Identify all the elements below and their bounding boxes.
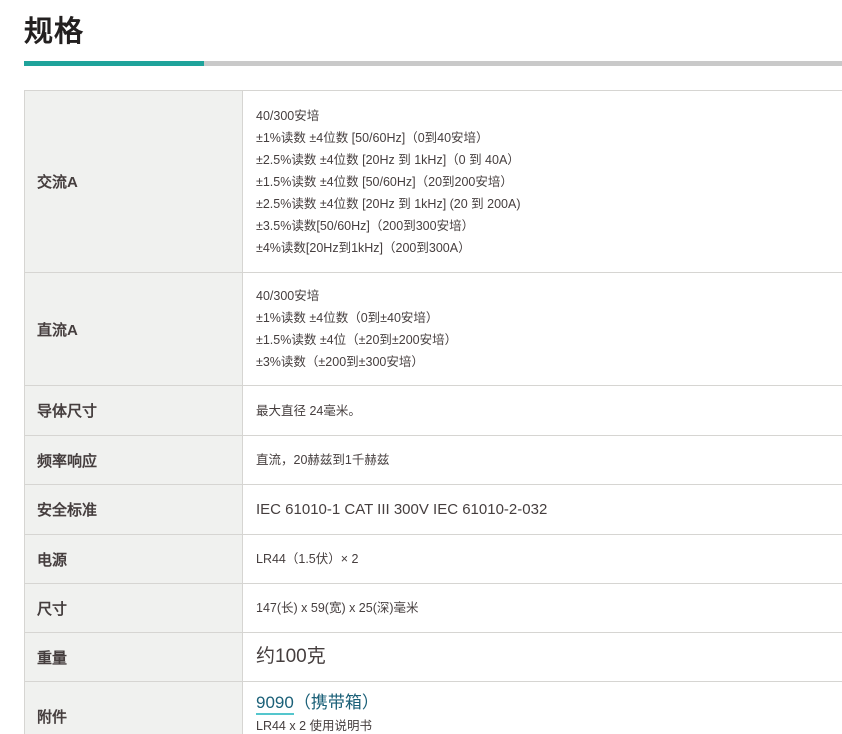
spec-row-value: 147(长) x 59(宽) x 25(深)毫米	[243, 584, 842, 633]
table-row: 安全标准 IEC 61010-1 CAT III 300V IEC 61010-2…	[25, 485, 842, 535]
spec-row-label: 电源	[25, 535, 243, 584]
spec-row-value: 40/300安培±1%读数 ±4位数 [50/60Hz]（0到40安培）±2.5…	[243, 91, 842, 273]
spec-line: LR44 x 2 使用说明书	[256, 715, 832, 734]
spec-line: ±3%读数（±200到±300安培）	[256, 351, 832, 373]
spec-line: 40/300安培	[256, 285, 832, 307]
spec-line: 40/300安培	[256, 105, 832, 127]
spec-row-label: 安全标准	[25, 485, 243, 535]
spec-row-label: 尺寸	[25, 584, 243, 633]
spec-row-label: 交流A	[25, 91, 243, 273]
spec-row-label: 导体尺寸	[25, 386, 243, 436]
spec-line: 直流，20赫兹到1千赫兹	[256, 449, 832, 471]
spec-row-value: 最大直径 24毫米。	[243, 386, 842, 436]
spec-row-label: 频率响应	[25, 436, 243, 485]
spec-row-value: IEC 61010-1 CAT III 300V IEC 61010-2-032	[243, 485, 842, 535]
spec-row-value: LR44（1.5伏）× 2	[243, 535, 842, 584]
spec-row-value: 40/300安培±1%读数 ±4位数（0到±40安培）±1.5%读数 ±4位（±…	[243, 273, 842, 386]
spec-line: ±3.5%读数[50/60Hz]（200到300安培）	[256, 215, 832, 237]
table-row: 重量约100克	[25, 633, 842, 682]
page-title: 规格	[24, 8, 842, 50]
spec-line-link: 9090（携带箱）	[256, 691, 832, 715]
spec-line: ±1.5%读数 ±4位（±20到±200安培）	[256, 329, 832, 351]
spec-line: LR44（1.5伏）× 2	[256, 548, 832, 570]
spec-table: 交流A40/300安培±1%读数 ±4位数 [50/60Hz]（0到40安培）±…	[24, 90, 842, 734]
spec-line: 最大直径 24毫米。	[256, 400, 832, 422]
title-divider	[24, 61, 842, 66]
spec-line: ±1%读数 ±4位数 [50/60Hz]（0到40安培）	[256, 127, 832, 149]
table-row: 电源 LR44（1.5伏）× 2	[25, 535, 842, 584]
table-row: 附件9090（携带箱）LR44 x 2 使用说明书	[25, 682, 842, 734]
spec-line: 约100克	[256, 646, 832, 668]
spec-table-body: 交流A40/300安培±1%读数 ±4位数 [50/60Hz]（0到40安培）±…	[25, 91, 842, 734]
spec-line: ±1.5%读数 ±4位数 [50/60Hz]（20到200安培）	[256, 171, 832, 193]
spec-line: ±4%读数[20Hz到1kHz]（200到300A）	[256, 237, 832, 259]
accessory-link-number: 9090	[256, 693, 294, 715]
table-row: 频率响应直流，20赫兹到1千赫兹	[25, 436, 842, 485]
table-row: 交流A40/300安培±1%读数 ±4位数 [50/60Hz]（0到40安培）±…	[25, 91, 842, 273]
spec-line: IEC 61010-1 CAT III 300V IEC 61010-2-032	[256, 499, 832, 521]
table-row: 导体尺寸最大直径 24毫米。	[25, 386, 842, 436]
spec-line: ±2.5%读数 ±4位数 [20Hz 到 1kHz] (20 到 200A)	[256, 193, 832, 215]
spec-line: ±1%读数 ±4位数（0到±40安培）	[256, 307, 832, 329]
spec-row-value: 9090（携带箱）LR44 x 2 使用说明书	[243, 682, 842, 734]
spec-row-label: 直流A	[25, 273, 243, 386]
spec-line: 147(长) x 59(宽) x 25(深)毫米	[256, 597, 832, 619]
spec-row-label: 重量	[25, 633, 243, 682]
table-row: 尺寸 147(长) x 59(宽) x 25(深)毫米	[25, 584, 842, 633]
spec-page: 规格 交流A40/300安培±1%读数 ±4位数 [50/60Hz]（0到40安…	[0, 8, 842, 734]
spec-row-label: 附件	[25, 682, 243, 734]
spec-row-value: 约100克	[243, 633, 842, 682]
spec-line: ±2.5%读数 ±4位数 [20Hz 到 1kHz]（0 到 40A）	[256, 149, 832, 171]
table-row: 直流A40/300安培±1%读数 ±4位数（0到±40安培）±1.5%读数 ±4…	[25, 273, 842, 386]
spec-row-value: 直流，20赫兹到1千赫兹	[243, 436, 842, 485]
title-divider-accent	[24, 61, 204, 66]
accessory-link[interactable]: 9090（携带箱）	[256, 693, 379, 715]
accessory-link-suffix: （携带箱）	[294, 693, 379, 712]
